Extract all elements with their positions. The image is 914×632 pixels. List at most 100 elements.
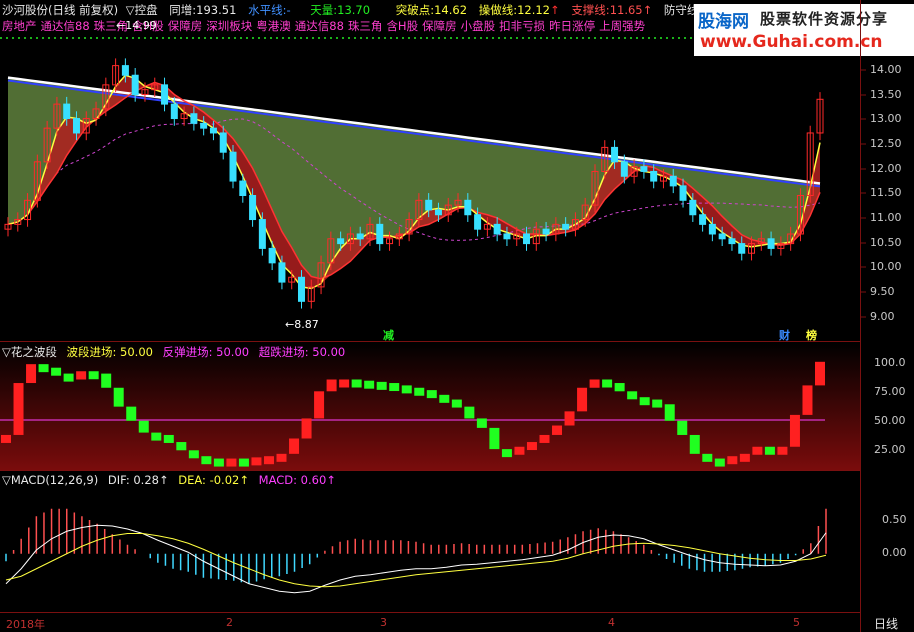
macd-label: MACD:: [258, 473, 297, 487]
candle-body: [170, 103, 178, 120]
wave-bar: [238, 458, 249, 467]
wave-bar: [351, 379, 362, 388]
wave-bar: [163, 434, 174, 443]
wave-l3: 超跌进场:: [258, 345, 309, 359]
wave-bar: [63, 373, 74, 382]
kline-chart[interactable]: [0, 0, 914, 632]
dif-value: 0.28↑: [133, 473, 169, 487]
dea-value: -0.02↑: [209, 473, 249, 487]
high-marker: ←14.99: [116, 19, 157, 32]
wave-bar: [401, 385, 412, 394]
brand-url: www.Guhai.com.cn: [700, 32, 883, 52]
candle-body: [728, 238, 736, 245]
axis-tick-label: 100.0: [874, 356, 906, 369]
wave-bar: [201, 456, 212, 465]
axis-tick-label: 50.00: [874, 414, 906, 427]
wave-title[interactable]: ▽花之波段: [2, 345, 57, 359]
wave-bar: [263, 456, 274, 465]
wave-bar: [251, 457, 262, 466]
candle-body: [611, 146, 619, 163]
candle-body: [503, 233, 511, 240]
candle-body: [650, 170, 658, 182]
candle-body: [493, 223, 501, 235]
candle-body: [669, 175, 677, 187]
wave-bar: [476, 418, 487, 428]
wave-bar: [389, 383, 400, 392]
wave-bar: [426, 390, 437, 399]
candle-body: [337, 238, 345, 245]
wave-bar: [627, 391, 638, 400]
wave-bar: [789, 414, 800, 447]
date-tick-label: 5: [793, 616, 800, 629]
date-tick-label: 3: [380, 616, 387, 629]
candle-body: [640, 166, 648, 172]
candle-body: [258, 219, 266, 249]
panel-divider-1: [0, 341, 860, 342]
wave-bar: [539, 434, 550, 443]
wave-bar: [639, 397, 650, 406]
wave-bar: [577, 387, 588, 412]
candle-body: [464, 199, 472, 216]
wave-bar: [464, 406, 475, 419]
wave-bar: [652, 399, 663, 408]
axis-tick-label: 75.00: [874, 385, 906, 398]
candle-body: [268, 247, 276, 264]
candle-body: [229, 151, 237, 182]
candle-body: [708, 223, 716, 235]
candle-body: [200, 122, 208, 129]
low-price: 8.87: [294, 318, 319, 331]
candle-body: [161, 84, 169, 105]
candle-body: [297, 276, 305, 302]
date-tick-label: 4: [608, 616, 615, 629]
wave-v3: 50.00: [312, 345, 346, 359]
wave-v1: 50.00: [120, 345, 153, 359]
wave-bar: [13, 383, 24, 435]
wave-bar: [26, 364, 37, 384]
axis-divider: [860, 0, 861, 632]
dea-label: DEA:: [178, 473, 206, 487]
candle-body: [239, 180, 247, 197]
candle-body: [542, 228, 550, 235]
wave-bar: [113, 387, 124, 407]
wave-bar: [188, 450, 199, 459]
candle-body: [620, 161, 628, 177]
wave-bar: [752, 446, 763, 455]
candle-body: [190, 113, 198, 124]
brand-watermark: 股海网 股票软件资源分享 www.Guhai.com.cn: [694, 4, 914, 56]
wave-bar: [552, 425, 563, 435]
axis-tick-label: 12.50: [870, 137, 902, 150]
wave-bar: [226, 458, 237, 467]
wave-bar: [451, 399, 462, 408]
wave-bar: [689, 434, 700, 454]
date-tick-label: 2: [226, 616, 233, 629]
dea-line: [5, 533, 827, 588]
period-label[interactable]: 日线: [874, 615, 898, 632]
wave-bar: [614, 383, 625, 392]
low-marker: ←8.87: [285, 318, 319, 331]
brand-logo: 股海网: [698, 12, 749, 32]
wave-bar: [764, 446, 775, 455]
wave-bar: [126, 406, 137, 421]
axis-tick-label: 0.50: [882, 513, 907, 526]
brand-slogan: 股票软件资源分享: [760, 10, 889, 28]
wave-bar: [727, 456, 738, 465]
wave-bar: [777, 446, 788, 455]
wave-background: [0, 342, 860, 470]
green-band: [8, 77, 820, 279]
candle-body: [249, 195, 257, 221]
candle-body: [63, 103, 71, 120]
dif-line: [5, 524, 827, 594]
wave-bar: [276, 453, 287, 462]
dif-label: DIF:: [107, 473, 130, 487]
wave-bar: [339, 379, 350, 388]
wave-panel-header: ▽花之波段 波段进场: 50.00 反弹进场: 50.00 超跌进场: 50.0…: [2, 344, 351, 360]
candle-body: [356, 233, 364, 240]
wave-bar: [1, 434, 11, 443]
wave-bar: [414, 387, 425, 396]
wave-bar: [364, 380, 375, 389]
candle-body: [738, 243, 746, 254]
wave-bar: [526, 442, 537, 451]
macd-title[interactable]: ▽MACD(12,26,9): [2, 473, 98, 487]
date-tick-label: 2018年: [6, 618, 45, 631]
macd-panel-header: ▽MACD(12,26,9) DIF: 0.28↑ DEA: -0.02↑ MA…: [2, 473, 342, 487]
